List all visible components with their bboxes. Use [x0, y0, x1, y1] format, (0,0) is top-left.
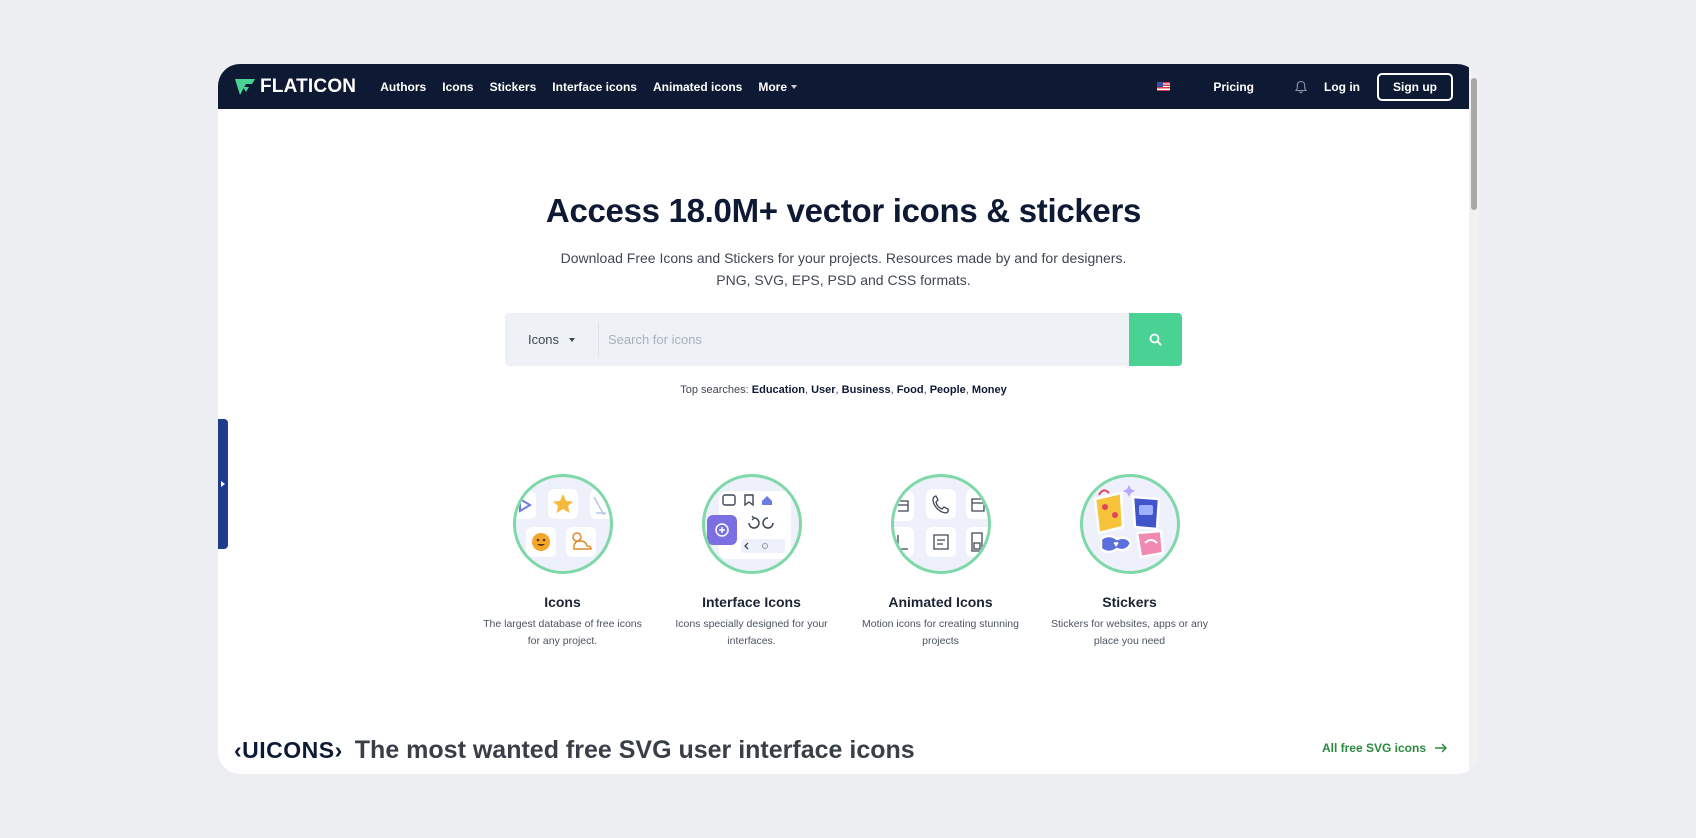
category-stickers[interactable]: ♥ Stickers Stickers for websites, apps o… [1035, 474, 1224, 650]
bell-icon[interactable] [1294, 80, 1308, 94]
uicons-logo[interactable]: ‹UICONS› [234, 737, 343, 764]
category-interface-icons-desc: Icons specially designed for your interf… [667, 616, 837, 650]
top-searches-label: Top searches: [680, 384, 749, 396]
category-stickers-title: Stickers [1102, 594, 1157, 610]
all-free-svg-icons-label: All free SVG icons [1321, 741, 1426, 755]
search-bar: Icons [505, 313, 1182, 366]
top-search-education[interactable]: Education [752, 384, 805, 396]
hero-subtitle-line-1: Download Free Icons and Stickers for you… [560, 250, 1127, 266]
category-interface-icons-image [701, 474, 802, 574]
svg-text:♥: ♥ [1113, 539, 1118, 549]
nav-link-more-label: More [758, 79, 788, 94]
category-icons-desc-line-2: for any project. [527, 635, 598, 647]
browser-window: FLATICON Authors Icons Stickers Interfac… [218, 64, 1479, 774]
category-animated-icons-image [890, 474, 991, 574]
category-stickers-desc-line-2: place you need [1093, 635, 1166, 647]
category-animated-icons-desc: Motion icons for creating stunning proje… [856, 616, 1026, 650]
chevron-down-icon [791, 84, 798, 89]
top-search-user[interactable]: User [811, 384, 835, 396]
page-title: Access 18.0M+ vector icons & stickers [545, 192, 1142, 229]
category-animated-icons-desc-line-1: Motion icons for creating stunning [861, 618, 1019, 630]
search-type-select[interactable]: Icons [505, 322, 599, 357]
all-free-svg-icons-link[interactable]: All free SVG icons [1322, 741, 1447, 755]
chevron-right-icon [221, 481, 225, 487]
category-animated-icons-title: Animated Icons [888, 594, 993, 610]
us-flag-icon[interactable] [1157, 82, 1171, 91]
scrollbar-thumb[interactable] [1471, 78, 1477, 210]
category-stickers-desc: Stickers for websites, apps or any place… [1045, 616, 1215, 650]
side-panel-toggle[interactable] [218, 419, 228, 549]
interface-icons-collage-icon [706, 491, 791, 559]
animated-icons-collage-icon [893, 489, 988, 557]
search-button[interactable] [1129, 313, 1182, 366]
category-icons-title: Icons [544, 594, 581, 610]
flaticon-logo-icon [235, 78, 255, 95]
category-animated-icons-desc-line-2: projects [922, 635, 959, 647]
uicons-header: ‹UICONS› The most wanted free SVG user i… [234, 736, 915, 765]
login-link[interactable]: Log in [1324, 80, 1360, 94]
flaticon-logo[interactable]: FLATICON [234, 76, 356, 98]
search-input[interactable] [599, 313, 1129, 366]
nav-right: Pricing Log in Sign up [1157, 72, 1469, 101]
arrow-right-icon [1435, 743, 1447, 753]
category-stickers-image: ♥ [1079, 474, 1180, 574]
category-icons-image [512, 474, 613, 574]
category-stickers-desc-line-1: Stickers for websites, apps or any [1051, 618, 1208, 630]
nav-link-icons[interactable]: Icons [442, 80, 473, 94]
icons-collage-icon [515, 489, 610, 557]
search-icon [1149, 333, 1162, 346]
hero-subtitle: Download Free Icons and Stickers for you… [218, 247, 1469, 291]
page-scrollbar[interactable] [1469, 64, 1479, 774]
nav-link-animated-icons[interactable]: Animated icons [653, 80, 742, 94]
hero-subtitle-line-2: PNG, SVG, EPS, PSD and CSS formats. [716, 272, 971, 288]
stickers-collage-icon: ♥ [1093, 485, 1164, 559]
signup-button[interactable]: Sign up [1377, 72, 1453, 101]
top-searches: Top searches: Education, User, Business,… [680, 384, 1007, 396]
category-cards: Icons The largest database of free icons… [468, 474, 1228, 650]
category-interface-icons[interactable]: Interface Icons Icons specially designed… [657, 474, 846, 650]
category-interface-icons-desc-line-2: interfaces. [727, 635, 776, 647]
desktop-frame: FLATICON Authors Icons Stickers Interfac… [0, 0, 1696, 838]
top-search-business[interactable]: Business [842, 384, 891, 396]
top-search-money[interactable]: Money [972, 384, 1007, 396]
category-icons[interactable]: Icons The largest database of free icons… [468, 474, 657, 650]
nav-link-interface-icons[interactable]: Interface icons [552, 80, 637, 94]
top-search-people[interactable]: People [930, 384, 966, 396]
chevron-down-icon [569, 337, 576, 342]
category-icons-desc: The largest database of free icons for a… [478, 616, 648, 650]
search-type-label: Icons [527, 332, 560, 347]
category-interface-icons-desc-line-1: Icons specially designed for your [675, 618, 828, 630]
category-icons-desc-line-1: The largest database of free icons [483, 618, 642, 630]
category-interface-icons-title: Interface Icons [702, 594, 801, 610]
top-search-food[interactable]: Food [897, 384, 924, 396]
nav-link-authors[interactable]: Authors [380, 80, 426, 94]
nav-link-more[interactable]: More [758, 79, 798, 94]
pricing-link[interactable]: Pricing [1213, 80, 1254, 94]
nav-links: Authors Icons Stickers Interface icons A… [380, 80, 813, 94]
uicons-title: The most wanted free SVG user interface … [354, 736, 915, 764]
top-navbar: FLATICON Authors Icons Stickers Interfac… [218, 64, 1469, 109]
category-animated-icons[interactable]: Animated Icons Motion icons for creating… [846, 474, 1035, 650]
logo-text: FLATICON [260, 75, 357, 97]
nav-link-stickers[interactable]: Stickers [490, 80, 537, 94]
